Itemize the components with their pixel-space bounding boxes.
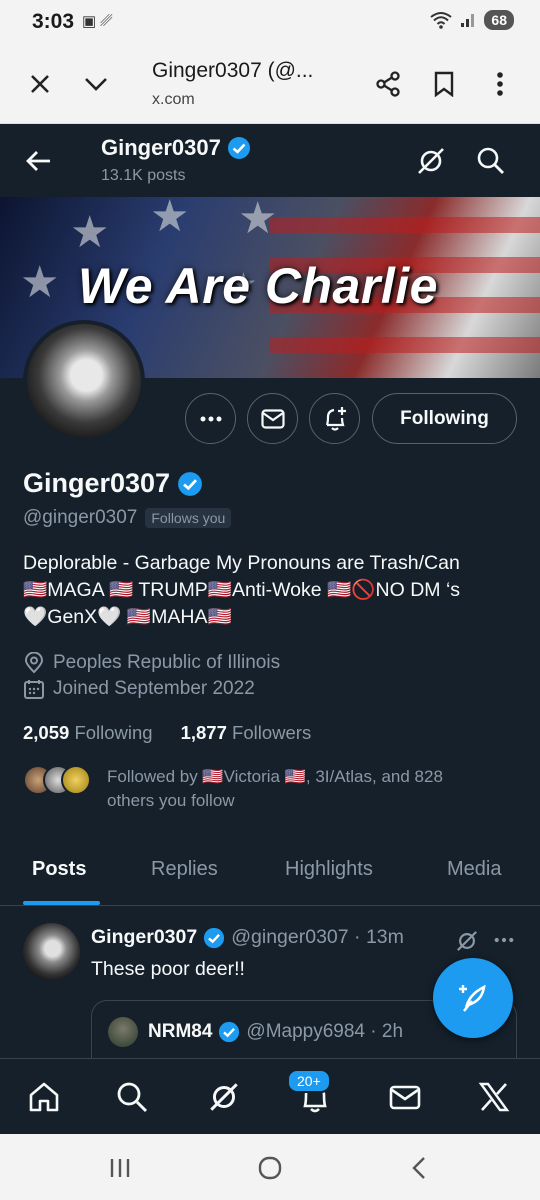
home-circle-icon[interactable] [256,1154,284,1182]
system-navigation-bar [0,1134,540,1200]
bottom-navigation [0,1058,540,1134]
quote-author-name: NRM84 [148,1021,213,1042]
verified-badge-icon [219,1021,240,1043]
notifications-badge: 20+ [287,1069,331,1093]
more-vertical-icon[interactable] [482,66,518,102]
tweet-author-name[interactable]: Ginger0307 [91,926,197,949]
browser-page-title: Ginger0307 (@... [152,59,314,82]
profile-avatar[interactable] [23,320,145,442]
compose-feather-icon [459,984,486,1012]
x-logo-icon[interactable] [476,1079,512,1115]
screenshot-icon: ▣ ␥ [82,13,113,30]
status-bar: 3:03 ▣ ␥ 68 [0,0,540,46]
status-time: 3:03 [32,10,75,33]
more-horizontal-icon [200,416,221,421]
home-icon[interactable] [26,1079,62,1115]
signal-icon [461,14,475,27]
grok-icon[interactable] [454,928,480,954]
more-options-button[interactable] [185,393,236,444]
banner-headline: We Are Charlie [78,258,438,314]
following-button[interactable]: Following [372,393,517,444]
search-icon[interactable] [114,1079,150,1115]
followed-by-avatars[interactable] [23,765,93,797]
notifications-toggle-button[interactable] [309,393,360,444]
bell-plus-icon [325,406,346,431]
bio-line: Deplorable - Garbage My Pronouns are Tra… [23,552,460,574]
tweet-text: These poor deer!! [91,958,245,980]
compose-post-button[interactable] [433,958,513,1038]
tweet-handle-time: @ginger0307 · 13m [231,926,404,948]
recent-apps-icon[interactable] [106,1154,134,1182]
share-icon[interactable] [370,66,406,102]
grok-icon[interactable] [414,144,448,178]
following-count-link[interactable]: 2,059 Following [23,722,153,744]
header-name: Ginger0307 [101,135,221,160]
battery-indicator: 68 [484,10,514,30]
browser-url: x.com [152,91,195,108]
verified-badge-icon [227,137,250,159]
profile-handle: @ginger0307 [23,507,138,528]
wifi-icon [430,12,453,29]
bookmark-icon[interactable] [426,66,462,102]
followed-by-text[interactable]: Followed by 🇺🇸Victoria 🇺🇸, 3I/Atlas, and… [107,765,517,813]
back-arrow-icon[interactable] [22,144,56,178]
tab-posts[interactable]: Posts [32,858,86,881]
search-icon[interactable] [474,144,508,178]
more-horizontal-icon[interactable] [494,937,514,943]
verified-badge-icon [204,927,225,948]
avatar [61,765,91,795]
message-button[interactable] [247,393,298,444]
profile-joined-date: Joined September 2022 [53,678,255,699]
bio-line: 🇺🇸MAGA 🇺🇸 TRUMP🇺🇸Anti-Woke 🇺🇸🚫NO DM ‘s [23,579,461,601]
verified-badge-icon [178,471,202,496]
close-icon[interactable] [22,66,58,102]
posts-count: 13.1K posts [101,167,186,184]
location-pin-icon [24,652,44,674]
tweet-author-avatar[interactable] [23,923,80,980]
bio-line: 🤍GenX🤍 🇺🇸MAHA🇺🇸 [23,606,232,628]
browser-toolbar: Ginger0307 (@... x.com [0,46,540,124]
tab-highlights[interactable]: Highlights [285,858,373,881]
profile-header: Ginger0307 13.1K posts [0,124,540,197]
profile-location: Peoples Republic of Illinois [53,652,281,673]
calendar-icon [24,680,44,699]
active-tab-indicator [23,901,100,905]
messages-envelope-icon[interactable] [387,1079,423,1115]
grok-icon[interactable] [206,1079,242,1115]
tab-replies[interactable]: Replies [151,858,218,881]
back-chevron-icon[interactable] [406,1154,434,1182]
followers-count-link[interactable]: 1,877 Followers [181,722,312,744]
profile-tabs: Posts Replies Highlights Media [0,840,540,906]
envelope-icon [260,408,285,429]
chevron-down-icon[interactable] [78,66,114,102]
tab-media[interactable]: Media [447,858,501,881]
follows-you-badge: Follows you [145,508,232,528]
quote-author-avatar [108,1017,138,1047]
profile-bio: Deplorable - Garbage My Pronouns are Tra… [23,550,523,631]
profile-display-name: Ginger0307 [23,468,171,498]
quote-handle-time: @Mappy6984 · 2h [246,1021,404,1042]
